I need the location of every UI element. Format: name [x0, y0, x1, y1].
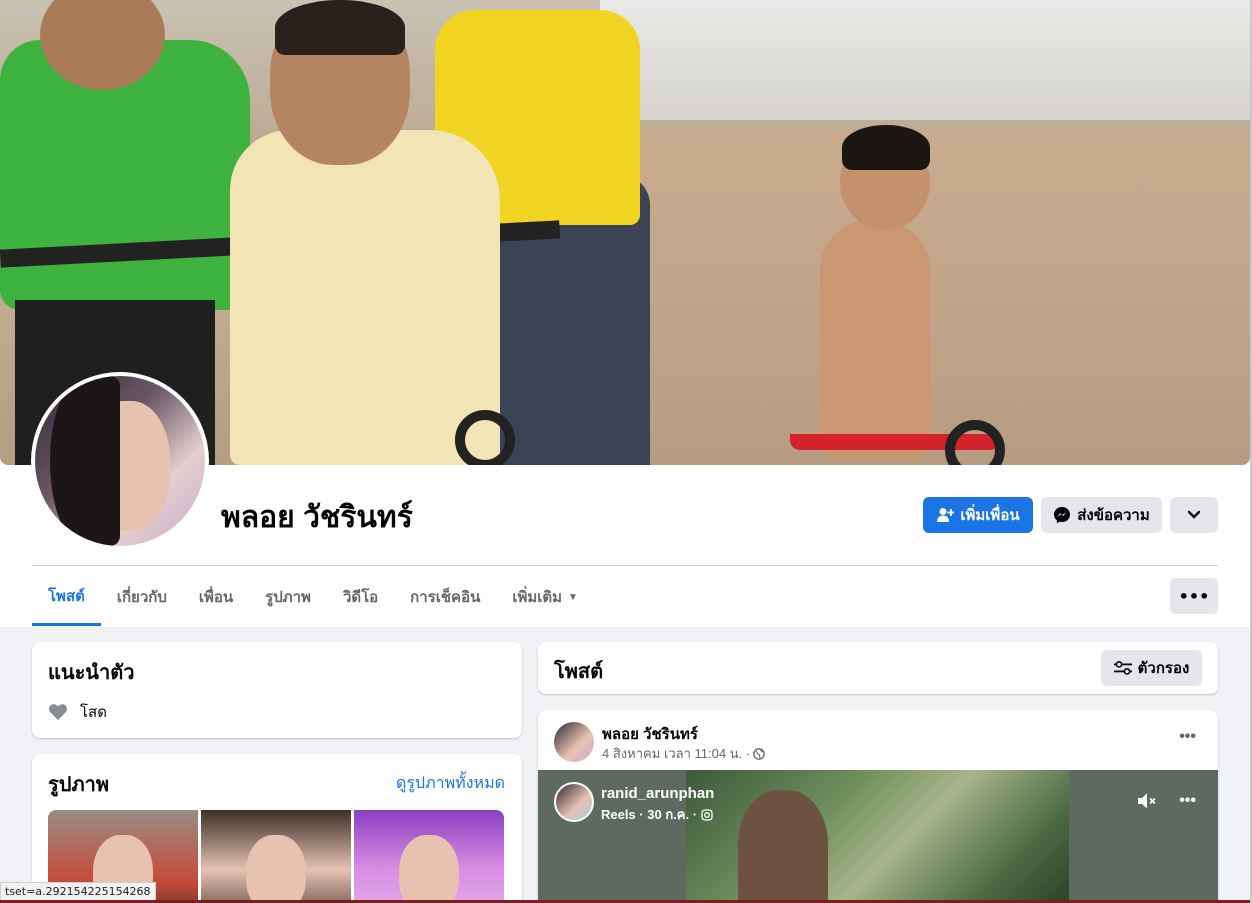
tab-videos[interactable]: วิดีโอ	[327, 568, 394, 626]
globe-icon	[753, 747, 765, 760]
cover-figure	[230, 130, 500, 465]
tab-label: การเช็คอิน	[410, 589, 481, 606]
avatar	[35, 376, 205, 546]
tab-friends[interactable]: เพื่อน	[183, 568, 249, 626]
tabs-more-button[interactable]: •••	[1170, 578, 1218, 614]
more-options-button[interactable]	[1170, 497, 1218, 533]
intro-title: แนะนำตัว	[48, 662, 135, 684]
photos-card: รูปภาพ ดูรูปภาพทั้งหมด	[32, 754, 522, 903]
cover-figure	[842, 125, 930, 170]
post-meta: 4 สิงหาคม เวลา 11:04 น. ·	[602, 743, 765, 764]
tab-checkins[interactable]: การเช็คอิน	[394, 568, 496, 626]
message-button[interactable]: ส่งข้อความ	[1041, 497, 1162, 533]
chevron-down-icon	[1187, 510, 1201, 519]
add-friend-button[interactable]: เพิ่มเพื่อน	[923, 497, 1033, 533]
post-timestamp[interactable]: 4 สิงหาคม เวลา 11:04 น. ·	[602, 743, 750, 764]
instagram-icon	[701, 808, 713, 821]
reel-figure	[738, 790, 828, 903]
profile-avatar[interactable]	[31, 372, 209, 550]
add-friend-label: เพิ่มเพื่อน	[960, 507, 1020, 524]
mute-icon[interactable]	[1137, 792, 1157, 810]
cover-wall	[600, 0, 1250, 120]
header-divider	[32, 565, 1218, 566]
heart-icon	[49, 704, 67, 720]
tab-label: วิดีโอ	[342, 589, 379, 606]
cover-figure	[275, 0, 405, 55]
reel-user-avatar[interactable]	[554, 782, 594, 822]
filter-label: ตัวกรอง	[1137, 660, 1190, 677]
photos-title: รูปภาพ	[48, 774, 110, 796]
relationship-item: โสด	[48, 700, 107, 724]
tab-more[interactable]: เพิ่มเติม ▼	[496, 568, 594, 626]
add-friend-icon	[937, 508, 955, 522]
post-author-avatar[interactable]	[554, 722, 594, 762]
avatar-hair	[50, 376, 120, 546]
more-dots-icon: •••	[1178, 586, 1210, 606]
photo-face	[246, 835, 306, 903]
reel-media[interactable]: ranid_arunphan Reels · 30 ก.ค. · •••	[538, 770, 1218, 903]
reel-username[interactable]: ranid_arunphan	[601, 785, 714, 802]
messenger-icon	[1054, 507, 1071, 524]
profile-name: พลอย วัชรินทร์	[221, 501, 413, 534]
tab-photos[interactable]: รูปภาพ	[249, 568, 327, 626]
tab-label: เกี่ยวกับ	[116, 589, 167, 606]
filter-button[interactable]: ตัวกรอง	[1101, 650, 1202, 686]
posts-header-card: โพสต์ ตัวกรอง	[538, 642, 1218, 694]
reel-meta-text: Reels · 30 ก.ค. ·	[601, 807, 698, 822]
cover-photo[interactable]	[0, 0, 1250, 465]
posts-title: โพสต์	[554, 661, 604, 683]
relationship-status: โสด	[80, 704, 107, 721]
tab-label: รูปภาพ	[265, 589, 311, 606]
browser-status-bar: tset=a.292154225154268	[0, 882, 156, 901]
photo-face	[399, 835, 459, 903]
post-card: พลอย วัชรินทร์ 4 สิงหาคม เวลา 11:04 น. ·…	[538, 710, 1218, 903]
tab-label: เพิ่มเติม	[512, 589, 563, 606]
tab-label: โพสต์	[48, 587, 85, 605]
photo-thumbnail[interactable]	[354, 810, 504, 903]
caret-down-icon: ▼	[568, 591, 578, 603]
post-options-button[interactable]: •••	[1179, 728, 1196, 746]
status-url: tset=a.292154225154268	[5, 885, 151, 898]
intro-card: แนะนำตัว โสด	[32, 642, 522, 738]
tab-label: เพื่อน	[198, 589, 234, 606]
reel-controls: •••	[1137, 792, 1196, 810]
cover-bike	[455, 410, 515, 465]
message-label: ส่งข้อความ	[1077, 507, 1150, 524]
see-all-photos-link[interactable]: ดูรูปภาพทั้งหมด	[396, 771, 505, 796]
photo-thumbnail[interactable]	[201, 810, 351, 903]
filter-icon	[1113, 661, 1132, 675]
tab-about[interactable]: เกี่ยวกับ	[101, 568, 183, 626]
reel-options-icon[interactable]: •••	[1179, 792, 1196, 810]
profile-tabs: โพสต์ เกี่ยวกับ เพื่อน รูปภาพ วิดีโอ การ…	[32, 568, 594, 626]
more-dots-icon: •••	[1179, 728, 1196, 745]
reel-meta: Reels · 30 ก.ค. ·	[601, 804, 713, 825]
tab-posts[interactable]: โพสต์	[32, 568, 101, 626]
